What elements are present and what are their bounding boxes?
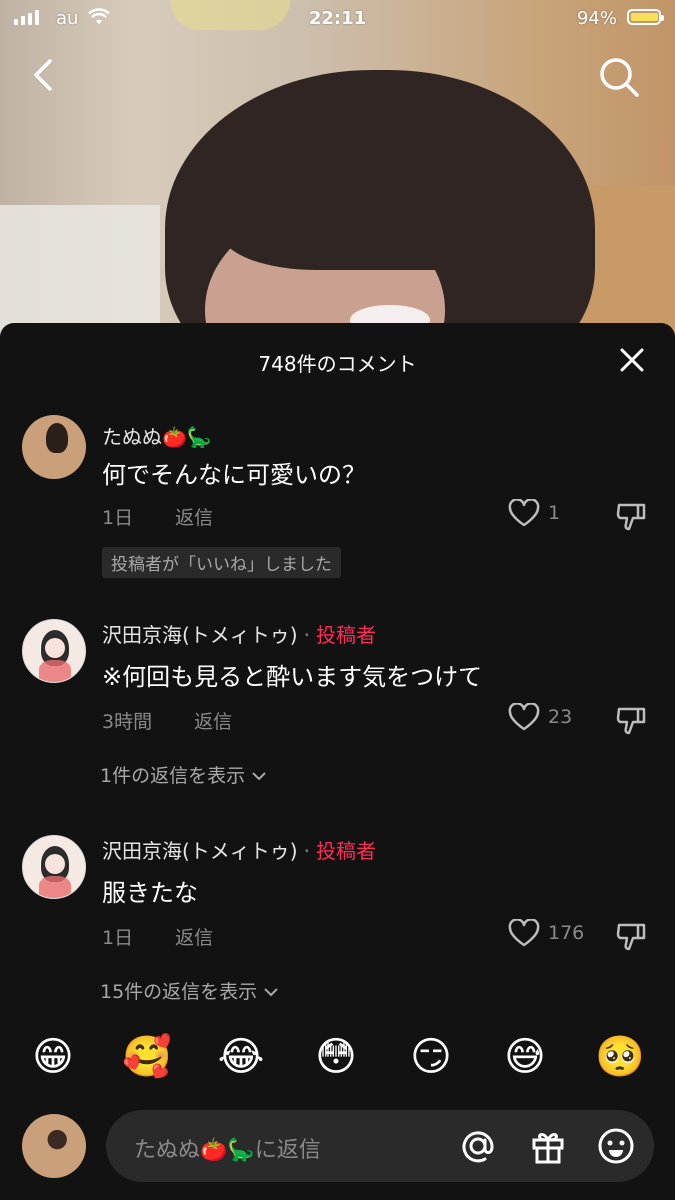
comment-text: ※何回も見ると酔います気をつけて <box>102 663 483 691</box>
comment-time: 1日 <box>102 927 134 949</box>
gift-icon <box>532 1133 564 1164</box>
close-icon <box>620 348 644 372</box>
like-button[interactable]: 176 <box>508 919 584 947</box>
comment-meta: 1日 返信 <box>102 503 213 530</box>
chevron-down-icon <box>252 772 266 781</box>
dislike-button[interactable] <box>614 499 648 533</box>
chevron-left-icon <box>34 59 52 91</box>
comment-text: 服きたな <box>102 879 198 907</box>
chevron-down-icon <box>264 988 278 997</box>
emoji-smirk[interactable]: 😏 <box>406 1032 456 1082</box>
video-background <box>0 0 675 340</box>
at-icon <box>462 1131 494 1163</box>
comment-meta: 1日 返信 <box>102 923 213 950</box>
battery-icon <box>627 9 664 25</box>
author-label: 投稿者 <box>315 623 376 647</box>
author-label: 投稿者 <box>315 839 376 863</box>
emoji-pleading[interactable]: 🥺 <box>595 1032 645 1082</box>
dislike-button[interactable] <box>614 703 648 737</box>
gift-button[interactable] <box>526 1124 570 1168</box>
view-replies-label: 1件の返信を表示 <box>100 765 246 787</box>
comments-count-title: 748件のコメント <box>258 352 417 376</box>
comment-username[interactable]: 沢田京海(トメィトゥ) <box>102 839 298 863</box>
like-count: 23 <box>548 706 573 728</box>
view-replies-button[interactable]: 1件の返信を表示 <box>100 761 267 788</box>
comment-time: 3時間 <box>102 711 153 733</box>
close-button[interactable] <box>619 347 645 373</box>
comment-username-row: 沢田京海(トメィトゥ) · 投稿者 <box>102 619 376 648</box>
back-button[interactable] <box>26 55 66 95</box>
avatar[interactable] <box>22 835 86 899</box>
emoji-grin[interactable]: 😁 <box>28 1032 78 1082</box>
thumbs-down-icon <box>616 923 646 951</box>
separator-dot: · <box>303 623 310 647</box>
like-button[interactable]: 1 <box>508 499 560 527</box>
emoji-picker-button[interactable] <box>594 1124 638 1168</box>
emoji-icon <box>598 1128 634 1164</box>
thumbs-down-icon <box>616 707 646 735</box>
comment-text: 何でそんなに可愛いの？ <box>102 461 366 489</box>
comment-meta: 3時間 返信 <box>102 707 232 734</box>
clock: 22:11 <box>308 8 367 29</box>
battery-percent: 94% <box>576 8 617 29</box>
emoji-smiling-hearts[interactable]: 🥰 <box>122 1032 172 1082</box>
liked-by-author-badge: 投稿者が「いいね」しました <box>102 547 341 578</box>
separator-dot: · <box>303 839 310 863</box>
reply-input-placeholder: たぬぬ🍅🦕に返信 <box>134 1138 321 1163</box>
view-replies-button[interactable]: 15件の返信を表示 <box>100 977 279 1004</box>
heart-icon <box>508 499 540 527</box>
my-avatar <box>22 1114 86 1178</box>
status-bar: au 22:11 94% <box>0 0 675 38</box>
comment-username[interactable]: たぬぬ🍅🦕 <box>102 421 212 450</box>
search-button[interactable] <box>597 55 641 99</box>
reply-button[interactable]: 返信 <box>175 507 213 529</box>
comment-username[interactable]: 沢田京海(トメィトゥ) <box>102 623 298 647</box>
comment-time: 1日 <box>102 507 134 529</box>
search-icon <box>600 58 639 97</box>
like-button[interactable]: 23 <box>508 703 572 731</box>
thumbs-down-icon <box>616 503 646 531</box>
emoji-joy[interactable]: 😂 <box>216 1032 266 1082</box>
view-replies-label: 15件の返信を表示 <box>100 981 258 1003</box>
comment-username-row: 沢田京海(トメィトゥ) · 投稿者 <box>102 835 376 864</box>
avatar[interactable] <box>22 415 86 479</box>
reply-button[interactable]: 返信 <box>175 927 213 949</box>
heart-icon <box>508 919 540 947</box>
emoji-sweat-smile[interactable]: 😅 <box>500 1032 550 1082</box>
reply-input[interactable]: たぬぬ🍅🦕に返信 <box>106 1110 654 1182</box>
avatar[interactable] <box>22 619 86 683</box>
emoji-quick-bar: 😁 🥰 😂 😳 😏 😅 🥺 <box>0 1032 675 1088</box>
like-count: 1 <box>548 502 561 524</box>
dislike-button[interactable] <box>614 919 648 953</box>
like-count: 176 <box>548 922 585 944</box>
mention-button[interactable] <box>456 1124 500 1168</box>
heart-icon <box>508 703 540 731</box>
reply-button[interactable]: 返信 <box>194 711 232 733</box>
emoji-flushed[interactable]: 😳 <box>311 1032 361 1082</box>
